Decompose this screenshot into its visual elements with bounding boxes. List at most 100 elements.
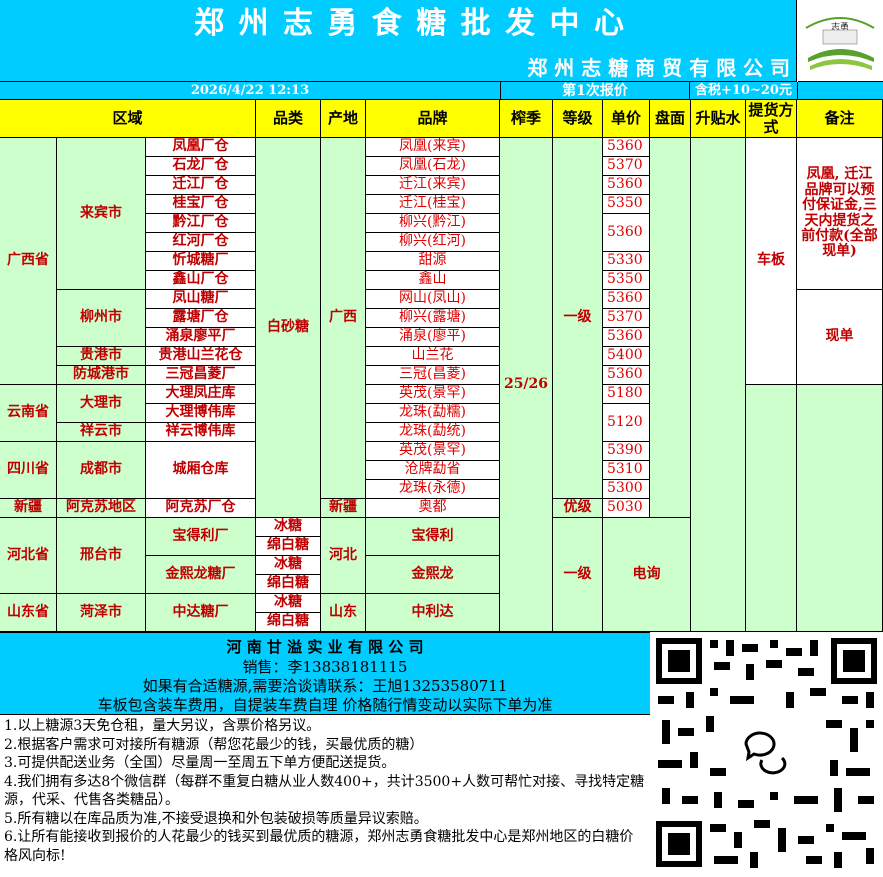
price-cell: 5360 — [603, 366, 650, 385]
grade-yiji-2: 一级 — [553, 518, 603, 632]
season-cell: 25/26 — [500, 138, 553, 632]
warehouse-cell: 涌泉廖平厂 — [146, 328, 256, 347]
brand-cell: 山兰花 — [366, 347, 500, 366]
note-5: 5.所有糖以在库品质为准,不接受退换和外包装破损等质量异议索赔。 — [4, 810, 428, 827]
category-mianbaitang: 绵白糖 — [256, 575, 321, 594]
brand-cell: 金熙龙 — [366, 556, 500, 594]
price-cell: 5310 — [603, 461, 650, 480]
brand-cell: 英茂(景罕) — [366, 385, 500, 404]
brand-cell: 奥都 — [366, 499, 500, 518]
price-cell: 5370 — [603, 309, 650, 328]
col-header-panmian: 盘面 — [650, 100, 691, 138]
brand-cell: 网山(凤山) — [366, 290, 500, 309]
origin-shandong: 山东 — [321, 594, 366, 632]
delivery-cell-empty — [746, 385, 797, 632]
grade-yiji: 一级 — [553, 138, 603, 499]
price-cell: 5370 — [603, 157, 650, 176]
col-header-category: 品类 — [256, 100, 321, 138]
brand-cell: 鑫山 — [366, 271, 500, 290]
price-cell: 5360 — [603, 138, 650, 157]
panmian-cell — [650, 138, 691, 518]
note-2: 2.根据客户需求可对接所有糖源（帮您花最少的钱，买最优质的糖） — [4, 736, 424, 753]
warehouse-cell: 石龙厂仓 — [146, 157, 256, 176]
price-cell: 5300 — [603, 480, 650, 499]
brand-cell: 凤凰(来宾) — [366, 138, 500, 157]
warehouse-cell: 中达糖厂 — [146, 594, 256, 632]
note-4: 4.我们拥有多达8个微信群（每群不重复白糖从业人数400+，共计3500+人数可… — [4, 773, 645, 809]
warehouse-cell: 红河厂仓 — [146, 233, 256, 252]
brand-cell: 柳兴(黔江) — [366, 214, 500, 233]
remark-prepay: 凤凰, 迁江品牌可以预付保证金,三天内提货之前付款(全部现单) — [797, 138, 883, 290]
city-akesu: 阿克苏地区 — [57, 499, 146, 518]
region-yunnan: 云南省 — [0, 385, 57, 442]
category-baishatang: 白砂糖 — [256, 138, 321, 518]
warehouse-cell: 大理博伟库 — [146, 404, 256, 423]
brand-cell: 龙珠(勐糯) — [366, 404, 500, 423]
category-bingtang: 冰糖 — [256, 518, 321, 537]
grade-youji: 优级 — [553, 499, 603, 518]
warehouse-cell: 露塘厂仓 — [146, 309, 256, 328]
remark-empty — [797, 385, 883, 632]
col-header-grade: 等级 — [553, 100, 603, 138]
brand-cell: 中利达 — [366, 594, 500, 632]
price-cell: 5350 — [603, 271, 650, 290]
price-cell: 5360 — [603, 290, 650, 309]
city-dali: 大理市 — [57, 385, 146, 423]
price-cell: 5360 — [603, 176, 650, 195]
brand-cell: 甜源 — [366, 252, 500, 271]
warehouse-cell: 忻城糖厂 — [146, 252, 256, 271]
price-cell: 5180 — [603, 385, 650, 404]
qr-code-icon — [650, 632, 883, 873]
price-cell: 5360 — [603, 214, 650, 252]
warehouse-cell: 城厢仓库 — [146, 442, 256, 499]
origin-xinjiang: 新疆 — [321, 499, 366, 518]
shengtieshui-cell — [691, 138, 746, 632]
brand-cell: 沧牌勐省 — [366, 461, 500, 480]
warehouse-cell: 凤山糖厂 — [146, 290, 256, 309]
warehouse-cell: 金熙龙糖厂 — [146, 556, 256, 594]
city-heze: 菏泽市 — [57, 594, 146, 632]
warehouse-cell: 宝得利厂 — [146, 518, 256, 556]
city-fangchenggang: 防城港市 — [57, 366, 146, 385]
warehouse-cell: 凤凰厂仓 — [146, 138, 256, 157]
col-header-remarks: 备注 — [797, 100, 883, 138]
price-cell: 5330 — [603, 252, 650, 271]
price-inquiry: 电询 — [603, 518, 691, 632]
city-laibin: 来宾市 — [57, 138, 146, 290]
warehouse-cell: 大理凤庄库 — [146, 385, 256, 404]
warehouse-cell: 鑫山厂仓 — [146, 271, 256, 290]
region-xinjiang: 新疆 — [0, 499, 57, 518]
col-header-price: 单价 — [603, 100, 650, 138]
note-6: 6.让所有能接收到报价的人花最少的钱买到最优质的糖源，郑州志勇食糖批发中心是郑州… — [4, 829, 634, 864]
footer-company: 河 南 甘 溢 实 业 有 限 公 司 — [226, 638, 424, 656]
wechat-qr-code[interactable] — [650, 632, 883, 873]
price-cell: 5030 — [603, 499, 650, 518]
city-xingtai: 邢台市 — [57, 518, 146, 594]
warehouse-cell: 三冠昌菱厂 — [146, 366, 256, 385]
region-hebei: 河北省 — [0, 518, 57, 594]
city-chengdu: 成都市 — [57, 442, 146, 499]
brand-cell: 涌泉(廖平) — [366, 328, 500, 347]
brand-cell: 三冠(昌菱) — [366, 366, 500, 385]
price-cell: 5390 — [603, 442, 650, 461]
origin-hebei: 河北 — [321, 518, 366, 594]
warehouse-cell: 贵港山兰花仓 — [146, 347, 256, 366]
col-header-region: 区域 — [0, 100, 256, 138]
city-guigang: 贵港市 — [57, 347, 146, 366]
category-bingtang: 冰糖 — [256, 594, 321, 613]
brand-cell: 柳兴(露塘) — [366, 309, 500, 328]
footer-note: 车板包含装车费用，自提装车费自理 价格随行情变动以实际下单为准 — [97, 696, 553, 714]
city-liuzhou: 柳州市 — [57, 290, 146, 347]
brand-cell: 凤凰(石龙) — [366, 157, 500, 176]
brand-cell: 迁江(来宾) — [366, 176, 500, 195]
region-shandong: 山东省 — [0, 594, 57, 632]
col-header-origin: 产地 — [321, 100, 366, 138]
footer-contact: 如果有合适糖源,需要洽谈请联系：王旭13253580711 — [142, 677, 508, 695]
warehouse-cell: 桂宝厂仓 — [146, 195, 256, 214]
warehouse-cell: 阿克苏厂仓 — [146, 499, 256, 518]
price-cell: 5120 — [603, 404, 650, 442]
price-cell: 5400 — [603, 347, 650, 366]
warehouse-cell: 迁江厂仓 — [146, 176, 256, 195]
category-mianbaitang: 绵白糖 — [256, 537, 321, 556]
price-cell: 5350 — [603, 195, 650, 214]
